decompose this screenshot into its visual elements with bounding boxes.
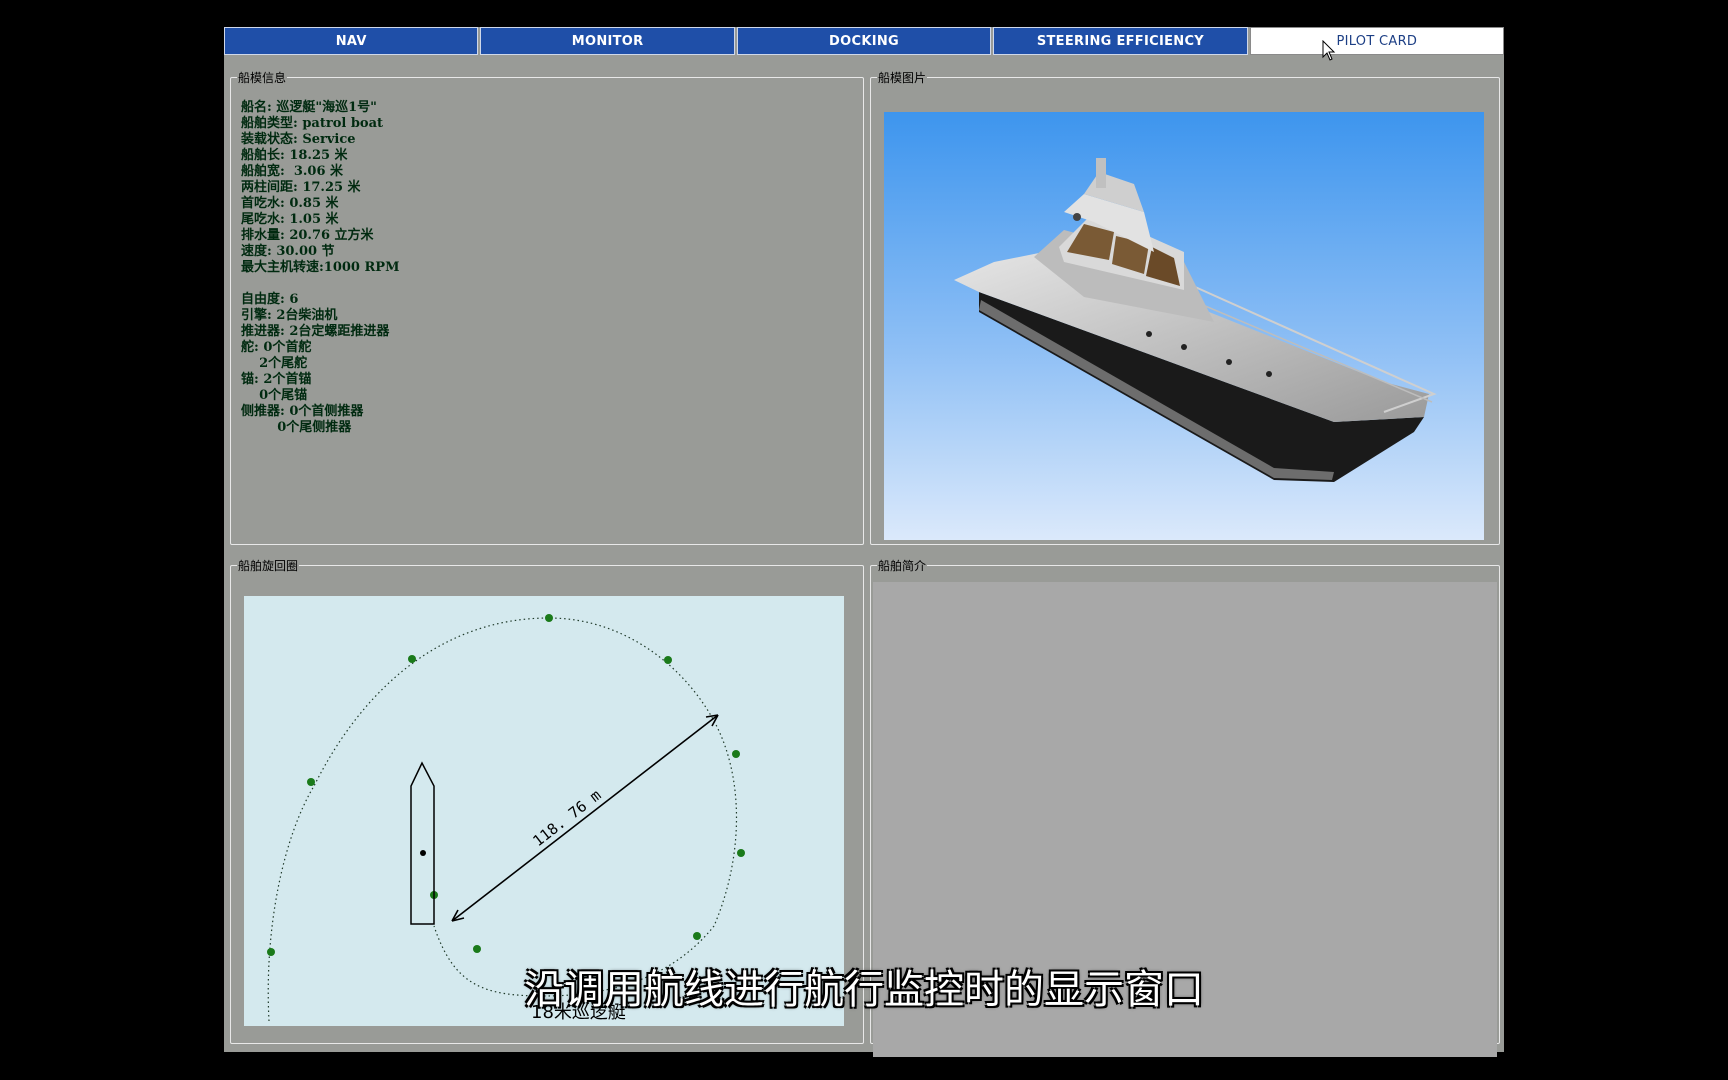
tab-monitor[interactable]: MONITOR: [480, 27, 735, 55]
tab-bar: NAV MONITOR DOCKING STEERING EFFICIENCY …: [224, 27, 1505, 55]
tab-docking[interactable]: DOCKING: [736, 27, 992, 55]
patrol-boat-image: [884, 112, 1484, 540]
track-point: [408, 655, 416, 663]
info-line: 首吃水: 0.85 米: [241, 196, 339, 211]
info-line: 船舶长: 18.25 米: [241, 148, 348, 163]
track-point: [545, 614, 553, 622]
tab-nav[interactable]: NAV: [224, 27, 479, 55]
info-line: [241, 276, 399, 292]
pilot-card-window: NAV MONITOR DOCKING STEERING EFFICIENCY …: [224, 27, 1505, 1057]
info-line: 0个尾锚: [241, 388, 308, 403]
mouse-pointer-icon: [1322, 40, 1336, 61]
info-line: 速度: 30.00 节: [241, 244, 335, 259]
info-line: 自由度: 6: [241, 292, 299, 307]
ship-info-list: 船名: 巡逻艇"海巡1号" 船舶类型: patrol boat 装载状态: Se…: [241, 100, 399, 436]
ship-center-point: [420, 850, 426, 856]
track-point: [473, 945, 481, 953]
info-line: 0个尾侧推器: [241, 420, 352, 435]
info-line: 装载状态: Service: [241, 132, 356, 147]
track-point: [737, 849, 745, 857]
ship-info-panel: 船模信息 船名: 巡逻艇"海巡1号" 船舶类型: patrol boat 装载状…: [230, 69, 864, 545]
track-point: [307, 778, 315, 786]
info-line: 侧推器: 0个首侧推器: [241, 404, 364, 419]
track-point: [267, 948, 275, 956]
info-line: 排水量: 20.76 立方米: [241, 228, 374, 243]
info-line: 最大主机转速:1000 RPM: [241, 260, 400, 275]
tab-pilot-card[interactable]: PILOT CARD: [1249, 27, 1505, 55]
ship-picture-title: 船模图片: [878, 71, 927, 85]
ship-description-title: 船舶简介: [878, 559, 927, 573]
info-line: 船名: 巡逻艇"海巡1号": [241, 100, 377, 115]
info-line: 舵: 0个首舵: [241, 340, 312, 355]
info-line: 船舶宽: 3.06 米: [241, 164, 344, 179]
info-line: 两柱间距: 17.25 米: [241, 180, 361, 195]
info-line: 引擎: 2台柴油机: [241, 308, 338, 323]
info-line: 推进器: 2台定螺距推进器: [241, 324, 390, 339]
info-line: 尾吃水: 1.05 米: [241, 212, 339, 227]
info-line: 锚: 2个首锚: [241, 372, 312, 387]
tab-steering-efficiency[interactable]: STEERING EFFICIENCY: [993, 27, 1248, 55]
video-subtitle: 沿调用航线进行航行监控时的显示窗口: [524, 967, 1204, 1013]
turning-circle-title: 船舶旋回圈: [238, 559, 299, 573]
info-line: 2个尾舵: [241, 356, 308, 371]
track-point: [664, 656, 672, 664]
ship-picture-panel: 船模图片: [870, 69, 1500, 545]
track-point: [693, 932, 701, 940]
ship-info-title: 船模信息: [238, 71, 287, 85]
info-line: 船舶类型: patrol boat: [241, 116, 384, 131]
track-point: [732, 750, 740, 758]
